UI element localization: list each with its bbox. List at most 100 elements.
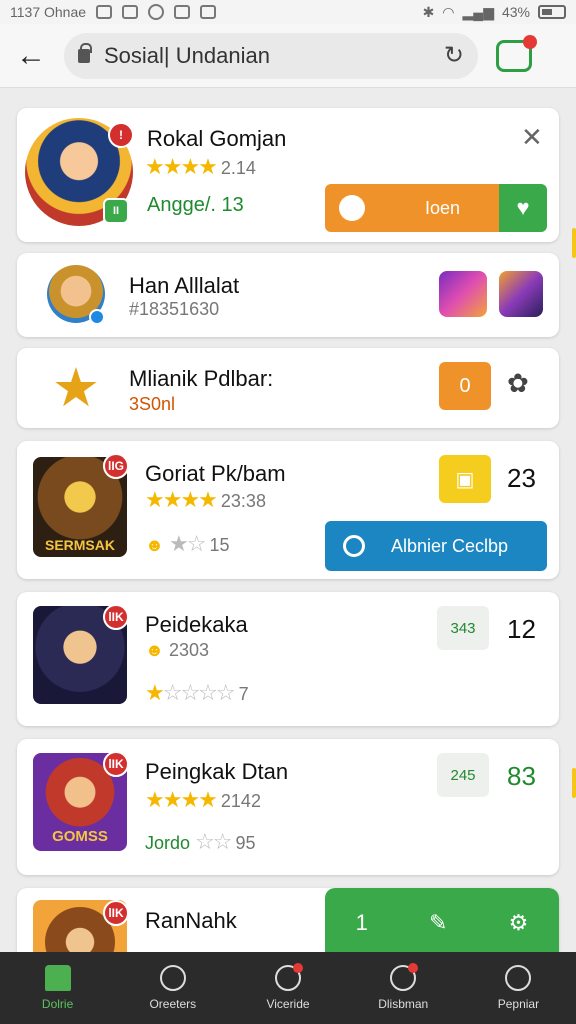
- chat-icon: [390, 963, 419, 991]
- nav-videos[interactable]: Viceride: [230, 952, 345, 1024]
- orange-action-button[interactable]: 0: [439, 362, 491, 410]
- lock-icon: [78, 42, 92, 63]
- notification-icon: [200, 5, 217, 19]
- score-box: 245: [437, 753, 489, 797]
- item-count: 23: [507, 463, 536, 493]
- emoji-icon: ☻: [145, 640, 164, 660]
- nav-label: Dlisbman: [378, 997, 429, 1011]
- rating-row: ★★★★ 23:38: [145, 487, 266, 513]
- primary-action-button[interactable]: Albnier Ceclbp: [325, 521, 547, 571]
- chat-icon[interactable]: [496, 34, 537, 72]
- reload-icon[interactable]: ↻: [444, 41, 464, 70]
- rating-value: 2.14: [220, 158, 256, 178]
- notification-dot: [408, 963, 419, 973]
- card-meta-row: ☻ 2303: [145, 640, 209, 661]
- panel-count[interactable]: 1: [356, 910, 368, 936]
- refresh-icon: [343, 535, 365, 557]
- join-button[interactable]: Ioen ♥: [325, 184, 547, 232]
- battery-icon: [538, 5, 566, 19]
- nav-home[interactable]: Dolrie: [0, 952, 115, 1024]
- notification-icon: [148, 4, 165, 20]
- rating-row: ★☆☆☆☆ 7: [145, 680, 249, 706]
- card-meta: Jordo: [145, 833, 191, 853]
- game-thumbnail[interactable]: [499, 271, 543, 317]
- nav-profile[interactable]: Pepniar: [461, 952, 576, 1024]
- secondary-rating: ☻ ★☆ 15: [145, 531, 229, 557]
- list-item[interactable]: SERMSAK lIG Goriat Pk/bam ★★★★ 23:38 ☻ ★…: [17, 441, 559, 579]
- action-label: Albnier Ceclbp: [391, 535, 509, 556]
- notification-icon: [122, 5, 139, 19]
- alert-badge: lIK: [103, 604, 129, 630]
- status-bar: 1137 Ohnae ✱ ◠ ▂▄▆ 43%: [0, 0, 576, 24]
- wifi-icon: ◠: [442, 3, 455, 20]
- gear-icon[interactable]: ⚙: [509, 910, 529, 936]
- list-item[interactable]: Han Alllalat #18351630: [17, 253, 559, 337]
- nav-label: Pepniar: [497, 997, 540, 1011]
- scroll-indicator[interactable]: [572, 228, 576, 258]
- quick-actions-panel: 1 ✎ ⚙: [325, 888, 559, 952]
- app-bar: ← Sosial| Undanian ↻: [0, 24, 576, 88]
- nav-creators[interactable]: Oreeters: [115, 952, 230, 1024]
- card-meta: 2303: [168, 640, 210, 660]
- signal-icon: ▂▄▆: [462, 3, 494, 20]
- alert-badge: lIK: [103, 751, 129, 777]
- card-meta: 3S0nl: [129, 394, 176, 414]
- thumbnail-caption: GOMSS: [52, 828, 108, 845]
- rating-count: 15: [209, 535, 230, 555]
- game-thumbnail[interactable]: [439, 271, 487, 317]
- list-item[interactable]: ★ Mlianik Pdlbar: 3S0nl 0 ✿: [17, 348, 559, 428]
- edit-icon[interactable]: ✎: [429, 910, 447, 936]
- card-title: Mlianik Pdlbar:: [129, 366, 274, 391]
- rating-count: 95: [235, 833, 256, 853]
- back-arrow-icon[interactable]: ←: [16, 39, 56, 73]
- notification-dot: [293, 963, 303, 973]
- nav-messages[interactable]: Dlisbman: [346, 952, 461, 1024]
- verified-icon: [89, 309, 105, 325]
- list-item[interactable]: lIK Peidekaka ☻ 2303 ★☆☆☆☆ 7 343 12: [17, 592, 559, 726]
- alert-badge: !: [108, 122, 134, 148]
- card-title: Peingkak Dtan: [145, 759, 289, 784]
- alert-badge: lIG: [103, 453, 129, 479]
- star-rating: ★★★★: [145, 154, 218, 179]
- secondary-rating: Jordo ☆☆ 95: [145, 829, 256, 855]
- level-badge: II: [103, 198, 129, 224]
- thumbnail-caption: SERMSAK: [44, 537, 115, 553]
- rating-row: ★★★★ 2.14: [145, 154, 256, 180]
- card-title: Goriat Pk/bam: [145, 461, 286, 486]
- card-meta: Angge/. 13: [147, 194, 244, 216]
- star-rating: ★☆: [168, 531, 206, 556]
- heart-icon[interactable]: ♥: [499, 184, 547, 232]
- card-title: RanNahk: [145, 908, 237, 933]
- star-rating: ★★★★: [145, 487, 218, 512]
- alert-badge: lIK: [103, 900, 129, 926]
- star-rating: ★☆☆☆☆: [145, 680, 236, 705]
- profile-icon: [505, 965, 532, 991]
- search-bar[interactable]: Sosial| Undanian ↻: [64, 32, 478, 79]
- ticket-icon: [339, 195, 365, 221]
- close-icon[interactable]: ✕: [521, 122, 543, 153]
- card-title: Han Alllalat: [129, 273, 240, 298]
- score-box: 343: [437, 606, 489, 650]
- star-rating: ★★★★: [145, 787, 218, 812]
- home-icon: [44, 965, 71, 991]
- bluetooth-icon: ✱: [422, 3, 435, 20]
- video-icon: [275, 963, 303, 991]
- compass-icon: [159, 965, 186, 991]
- nav-label: Viceride: [266, 997, 310, 1011]
- join-label: Ioen: [425, 197, 461, 218]
- notification-dot: [523, 34, 537, 49]
- notification-icon: [174, 5, 191, 19]
- list-item[interactable]: GOMSS lIK Peingkak Dtan ★★★★ 2142 Jordo …: [17, 739, 559, 875]
- settings-cog-icon[interactable]: ✿: [507, 368, 529, 399]
- scroll-indicator[interactable]: [572, 768, 576, 798]
- rating-value: 23:38: [220, 491, 266, 511]
- star-rating: ☆☆: [195, 829, 232, 854]
- status-time: 1137 Ohnae: [10, 4, 87, 20]
- gift-button[interactable]: ▣: [439, 455, 491, 503]
- emoji-icon: ☻: [145, 535, 164, 555]
- rating-value: 2142: [220, 791, 261, 811]
- list-item[interactable]: lIK RanNahk 1 ✎ ⚙: [17, 888, 559, 952]
- rating-row: ★★★★ 2142: [145, 787, 261, 813]
- search-input[interactable]: Sosial| Undanian: [104, 43, 444, 69]
- list-item[interactable]: ! II Rokal Gomjan ★★★★ 2.14 Angge/. 13 ✕…: [17, 108, 559, 242]
